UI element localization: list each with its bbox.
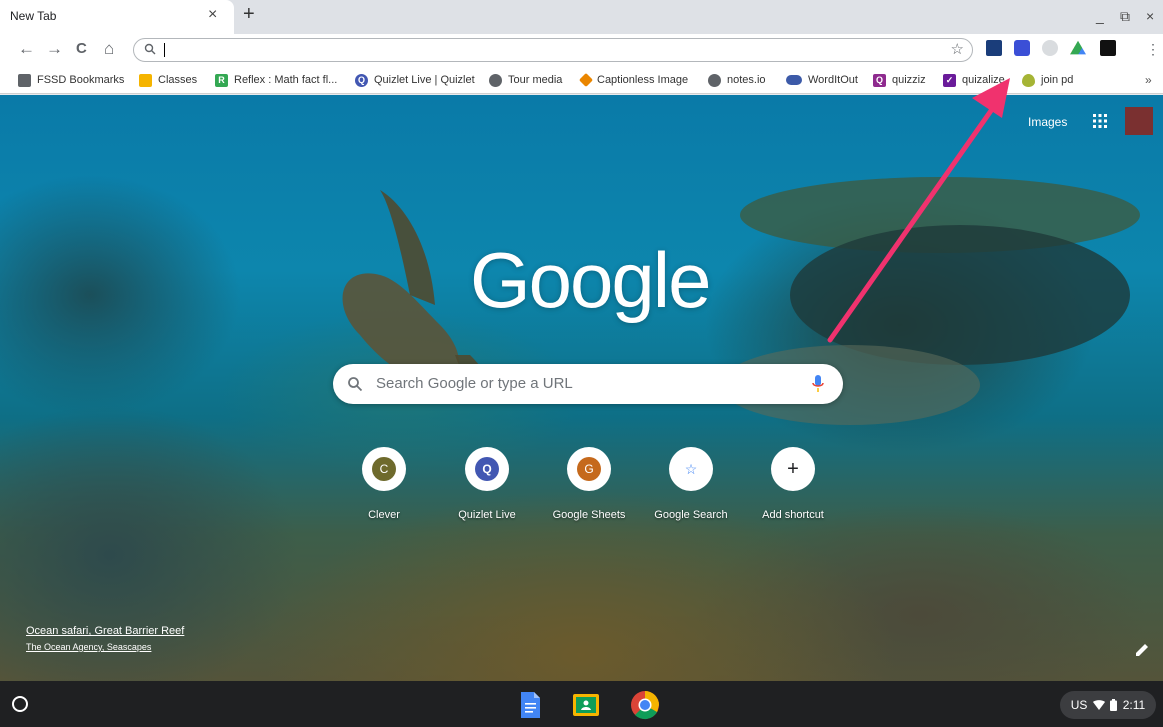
chrome-icon[interactable] [630,690,660,720]
globe-icon [708,73,721,87]
input-locale: US [1070,698,1088,712]
shortcut-google-search[interactable]: ☆ Google Search [641,447,741,527]
clever-icon: C [372,457,396,481]
shortcut-tile: C [362,447,406,491]
search-icon [144,43,156,55]
address-bar[interactable]: ☆ [133,38,973,62]
shortcut-tile: Q [465,447,509,491]
bookmark-classes[interactable]: Classes [139,72,197,88]
tab-new-tab[interactable]: New Tab × [0,0,234,34]
quizizz-icon: Q [873,73,886,87]
shortcut-clever[interactable]: C Clever [334,447,434,527]
restore-button[interactable]: ⧉ [1120,8,1130,25]
shortcut-label: Google Search [654,509,728,521]
quizlet-icon: Q [355,73,368,87]
shortcut-google-sheets[interactable]: G Google Sheets [539,447,639,527]
search-box[interactable]: Search Google or type a URL [333,364,843,404]
classes-icon [139,73,152,87]
extension-icon-1[interactable] [986,40,1002,56]
google-logo: Google [470,236,712,324]
chromeos-shelf: US 2:11 [0,681,1163,727]
text-caret [164,43,165,57]
google-classroom-icon[interactable] [571,690,601,720]
reload-button[interactable]: C [76,40,87,57]
new-tab-button[interactable]: + [243,3,255,26]
plus-icon: + [781,457,805,481]
home-button[interactable]: ⌂ [104,39,114,59]
worditout-icon [786,75,802,85]
tab-strip: New Tab × + _ ⧉ × [0,0,1163,34]
minimize-button[interactable]: _ [1096,8,1104,24]
shortcut-quizlet-live[interactable]: Q Quizlet Live [437,447,537,527]
bookmark-reflex[interactable]: R Reflex : Math fact fl... [215,72,337,88]
bookmark-quizalize[interactable]: ✓ quizalize [943,72,1005,88]
star-icon: ☆ [679,457,703,481]
battery-icon [1110,699,1118,711]
extension-icon-3[interactable] [1042,40,1058,56]
background-attribution: Ocean safari, Great Barrier Reef The Oce… [26,625,184,652]
back-button[interactable]: ← [18,39,35,59]
images-link[interactable]: Images [1028,115,1067,129]
shortcut-label: Quizlet Live [458,509,516,521]
account-avatar[interactable] [1125,107,1153,135]
extension-icon-5[interactable] [1100,40,1116,56]
launcher-button[interactable] [12,696,28,712]
clock: 2:11 [1122,698,1146,712]
shortcut-add[interactable]: + Add shortcut [743,447,843,527]
shortcut-tile: + [771,447,815,491]
wifi-icon [1092,700,1105,710]
check-icon: ✓ [943,73,956,87]
chrome-menu-icon[interactable]: ⋮ [1146,41,1160,58]
search-icon [348,377,363,392]
folder-icon [18,73,31,87]
pinwheel-icon [578,72,594,88]
toolbar: ← → C ⌂ ☆ ⋮ [0,34,1163,66]
window-close-button[interactable]: × [1146,8,1154,24]
reflex-icon: R [215,73,228,87]
shortcut-tile: ☆ [669,447,713,491]
bookmark-worditout[interactable]: WordItOut [786,72,858,88]
globe-icon [489,73,502,87]
attribution-author-link[interactable]: The Ocean Agency, Seascapes [26,642,184,652]
google-docs-icon[interactable] [515,690,545,720]
bookmark-notes-io[interactable]: notes.io [708,72,766,88]
bookmark-quizlet-live[interactable]: Q Quizlet Live | Quizlet [355,72,475,88]
shortcut-label: Add shortcut [762,509,824,521]
shortcut-label: Clever [368,509,400,521]
microphone-icon[interactable] [811,374,825,394]
bookmark-star-icon[interactable]: ☆ [951,40,964,58]
customize-pencil-icon[interactable] [1134,642,1150,658]
bookmarks-overflow-button[interactable]: » [1145,73,1152,87]
shortcut-label: Google Sheets [552,509,626,521]
attribution-title-link[interactable]: Ocean safari, Great Barrier Reef [26,625,184,637]
search-placeholder: Search Google or type a URL [376,375,573,392]
sheets-icon: G [577,457,601,481]
bookmark-tour-media[interactable]: Tour media [489,72,562,88]
bookmark-quizziz[interactable]: Q quizziz [873,72,926,88]
status-tray[interactable]: US 2:11 [1060,691,1156,719]
new-tab-page: Images Google Search Google or type a UR… [0,95,1163,681]
bookmarks-bar: FSSD Bookmarks Classes R Reflex : Math f… [0,66,1163,94]
bookmark-fssd[interactable]: FSSD Bookmarks [18,72,124,88]
tab-close-icon[interactable]: × [208,6,217,24]
quizlet-icon: Q [475,457,499,481]
google-drive-icon[interactable] [1070,40,1086,55]
bookmark-join-pd[interactable]: join pd [1022,72,1073,88]
google-apps-icon[interactable] [1092,113,1108,129]
shortcut-tile: G [567,447,611,491]
extension-icon-clever[interactable] [1014,40,1030,56]
bookmark-captionless-image[interactable]: Captionless Image [578,72,688,88]
tab-title: New Tab [10,9,57,23]
forward-button[interactable]: → [46,39,63,59]
pear-icon [1022,73,1035,87]
